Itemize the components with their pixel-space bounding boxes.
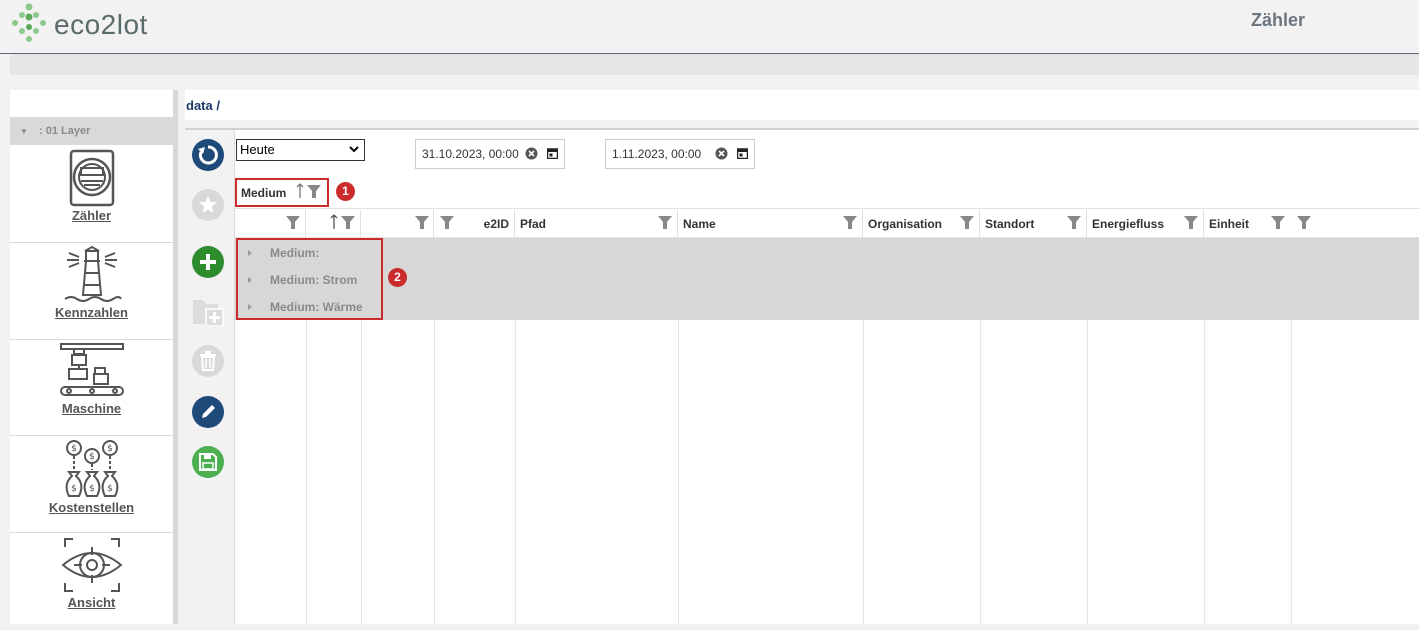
svg-text:$: $	[107, 444, 113, 454]
annotation-badge-1: 1	[336, 182, 355, 201]
filter-icon[interactable]	[1184, 216, 1198, 229]
chevron-down-icon	[349, 146, 359, 153]
date-to-field[interactable]: 1.11.2023, 00:00	[605, 139, 755, 169]
breadcrumb-bar	[185, 90, 1419, 120]
tool-column	[185, 130, 235, 624]
filter-icon[interactable]	[960, 216, 974, 229]
save-button[interactable]	[192, 446, 224, 478]
sidebar-item-label: Kostenstellen	[48, 500, 135, 515]
eye-target-icon	[60, 538, 123, 592]
group-rows-highlight	[236, 238, 383, 320]
filter-icon[interactable]	[1067, 216, 1081, 229]
favorite-button[interactable]	[192, 189, 224, 221]
plus-icon	[200, 254, 216, 270]
sort-up-icon[interactable]	[330, 214, 338, 230]
layer-label: : 01 Layer	[38, 125, 91, 137]
logo-icon	[12, 3, 46, 42]
top-bar: eco2lot Zähler	[0, 0, 1419, 54]
sidebar-item-label: Zähler	[71, 208, 111, 223]
group-rows-band	[235, 238, 1419, 320]
sidebar-item-label: Ansicht	[67, 595, 116, 610]
save-icon	[199, 453, 217, 471]
filter-icon[interactable]	[440, 216, 454, 229]
edit-button[interactable]	[192, 396, 224, 428]
svg-text:$: $	[107, 484, 113, 494]
delete-button[interactable]	[192, 345, 224, 377]
lighthouse-icon	[63, 245, 122, 302]
svg-text:$: $	[89, 484, 95, 494]
logo: eco2lot	[10, 3, 148, 47]
svg-text:$: $	[71, 484, 77, 494]
filter-icon[interactable]	[341, 216, 355, 229]
annotation-badge-2: 2	[388, 268, 407, 287]
trash-icon	[200, 351, 216, 371]
filter-icon[interactable]	[286, 216, 300, 229]
meter-icon	[69, 149, 114, 207]
refresh-button[interactable]	[192, 139, 224, 171]
sub-bar	[10, 54, 1419, 75]
star-icon	[199, 196, 217, 213]
add-folder-button[interactable]	[192, 295, 224, 327]
calendar-icon[interactable]	[547, 148, 558, 159]
svg-text:$: $	[89, 452, 95, 462]
clear-icon[interactable]	[525, 147, 538, 160]
filter-icon[interactable]	[658, 216, 672, 229]
group-chip-medium[interactable]: Medium	[241, 186, 286, 200]
refresh-icon	[198, 145, 218, 165]
money-bags-icon: $ $ $ $ $ $	[65, 440, 118, 497]
filter-icon[interactable]	[1297, 216, 1311, 229]
group-panel	[235, 179, 1419, 209]
filter-icon[interactable]	[415, 216, 429, 229]
sidebar: ▼ : 01 Layer Zähler Kennzahlen Maschine …	[10, 90, 178, 624]
sidebar-item-zaehler[interactable]: Zähler	[10, 146, 173, 243]
sort-up-icon[interactable]	[296, 183, 304, 199]
sidebar-layer-header[interactable]: ▼ : 01 Layer	[10, 117, 178, 145]
filter-icon[interactable]	[843, 216, 857, 229]
date-from-value: 31.10.2023, 00:00	[422, 147, 519, 161]
period-select[interactable]: Heute	[236, 139, 365, 161]
filter-icon[interactable]	[307, 185, 321, 198]
add-button[interactable]	[192, 246, 224, 278]
logo-text: eco2lot	[54, 9, 148, 40]
column-header-pfad[interactable]: Pfad	[515, 210, 678, 238]
sidebar-item-label: Kennzahlen	[55, 305, 128, 320]
column-header-name[interactable]: Name	[678, 210, 863, 238]
svg-text:$: $	[71, 444, 77, 454]
sidebar-item-maschine[interactable]: Maschine	[10, 339, 173, 436]
machine-icon	[59, 343, 124, 396]
sidebar-item-kostenstellen[interactable]: $ $ $ $ $ $ Kostenstellen	[10, 436, 173, 533]
filter-icon[interactable]	[1271, 216, 1285, 229]
add-folder-icon	[193, 300, 224, 326]
breadcrumb[interactable]: data /	[186, 98, 220, 113]
sidebar-item-label: Maschine	[61, 401, 122, 416]
date-from-field[interactable]: 31.10.2023, 00:00	[415, 139, 565, 169]
period-select-value: Heute	[240, 142, 275, 157]
calendar-icon[interactable]	[737, 148, 748, 159]
sidebar-item-ansicht[interactable]: Ansicht	[10, 533, 173, 630]
pencil-icon	[202, 405, 215, 418]
page-title: Zähler	[1251, 10, 1306, 30]
sidebar-item-kennzahlen[interactable]: Kennzahlen	[10, 243, 173, 340]
date-to-value: 1.11.2023, 00:00	[612, 147, 702, 161]
clear-icon[interactable]	[715, 147, 728, 160]
chevron-down-icon: ▼	[20, 127, 28, 136]
table-header: e2ID Pfad Name Organisation Standort Ene…	[235, 210, 1419, 238]
